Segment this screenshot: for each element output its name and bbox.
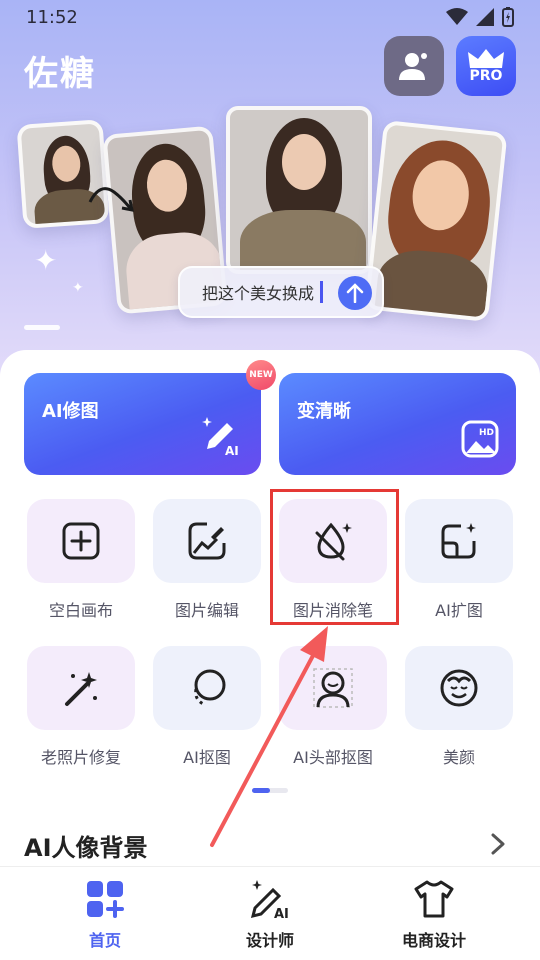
banner-photo-cartoon xyxy=(364,120,508,322)
curved-arrow-icon xyxy=(88,187,134,212)
status-bar: 11:52 xyxy=(0,0,540,34)
profile-button[interactable] xyxy=(384,36,444,96)
plus-square-icon xyxy=(62,522,100,560)
nav-ecommerce[interactable]: 电商设计 xyxy=(374,877,494,951)
pro-button[interactable]: PRO xyxy=(456,36,516,96)
tool-ai-expand-label: AI扩图 xyxy=(435,601,483,620)
tool-blank-canvas[interactable]: 空白画布 xyxy=(27,499,135,621)
enhance-clarity-card[interactable]: 变清晰 HD xyxy=(279,373,516,475)
tool-image-edit-box xyxy=(153,499,261,583)
enhance-clarity-label: 变清晰 xyxy=(297,401,351,422)
new-badge: NEW xyxy=(246,360,276,390)
chevron-right-icon[interactable] xyxy=(488,832,508,856)
tool-old-photo-repair[interactable]: 老照片修复 xyxy=(27,646,135,768)
tool-old-photo-repair-box xyxy=(27,646,135,730)
prompt-box[interactable]: 把这个美女换成 xyxy=(178,266,384,318)
app-title: 佐糖 xyxy=(24,54,96,94)
annotation-arrow xyxy=(210,626,328,847)
nav-ecommerce-label: 电商设计 xyxy=(401,931,466,950)
tool-grid-pager-active xyxy=(252,788,270,793)
home-grid-icon xyxy=(87,881,124,918)
banner-pager-indicator xyxy=(24,325,60,330)
crown-icon xyxy=(468,49,504,68)
nav-home-icon-wrap xyxy=(45,877,165,921)
tool-image-edit-label: 图片编辑 xyxy=(174,601,239,620)
battery-icon xyxy=(502,7,514,27)
tool-blank-canvas-label: 空白画布 xyxy=(48,601,113,620)
status-time: 11:52 xyxy=(26,6,78,28)
tshirt-icon xyxy=(414,880,454,918)
tool-beauty-box xyxy=(405,646,513,730)
ai-retouch-label: AI修图 xyxy=(42,401,99,422)
image-edit-icon xyxy=(188,522,226,560)
nav-home[interactable]: 首页 xyxy=(45,877,165,951)
ai-pen-icon: AI xyxy=(250,880,289,920)
pro-label: PRO xyxy=(469,68,503,84)
tool-blank-canvas-box xyxy=(27,499,135,583)
status-icons xyxy=(446,7,514,27)
bottom-nav: 首页 AI 设计师 电商设计 xyxy=(0,866,540,960)
annotation-highlight-box xyxy=(270,489,399,625)
ai-icon-text: AI xyxy=(225,444,239,458)
tool-image-edit[interactable]: 图片编辑 xyxy=(153,499,261,621)
svg-text:AI: AI xyxy=(274,907,289,920)
user-icon xyxy=(399,53,427,80)
wifi-icon xyxy=(446,8,468,25)
signal-icon xyxy=(476,8,494,26)
text-cursor xyxy=(320,281,324,303)
nav-designer-label: 设计师 xyxy=(245,931,294,950)
tool-beauty[interactable]: 美颜 xyxy=(405,646,513,768)
send-button[interactable] xyxy=(338,276,372,310)
tool-old-photo-repair-label: 老照片修复 xyxy=(40,748,121,767)
section-title: AI人像背景 xyxy=(24,834,148,862)
arrow-up-icon xyxy=(346,283,364,303)
small-sparkle-icon: ✦ xyxy=(72,280,84,296)
nav-designer[interactable]: AI 设计师 xyxy=(210,877,330,951)
ai-retouch-card[interactable]: AI修图 AI xyxy=(24,373,261,475)
sparkle-icon: ✦ xyxy=(34,244,58,277)
hd-icon-text: HD xyxy=(479,428,494,438)
tool-ai-expand[interactable]: AI扩图 xyxy=(405,499,513,621)
magic-wand-icon xyxy=(65,672,97,706)
nav-ecommerce-icon-wrap xyxy=(374,877,494,921)
ai-pen-icon: AI xyxy=(202,417,239,458)
tool-ai-expand-box xyxy=(405,499,513,583)
prompt-text: 把这个美女换成 xyxy=(202,284,315,303)
nav-home-label: 首页 xyxy=(88,931,121,950)
hd-image-icon: HD xyxy=(461,420,499,458)
beauty-face-icon xyxy=(440,669,478,707)
banner-photo-center xyxy=(226,106,372,274)
tool-beauty-label: 美颜 xyxy=(442,748,475,767)
nav-designer-icon-wrap: AI xyxy=(210,877,330,921)
expand-image-icon xyxy=(441,523,476,559)
